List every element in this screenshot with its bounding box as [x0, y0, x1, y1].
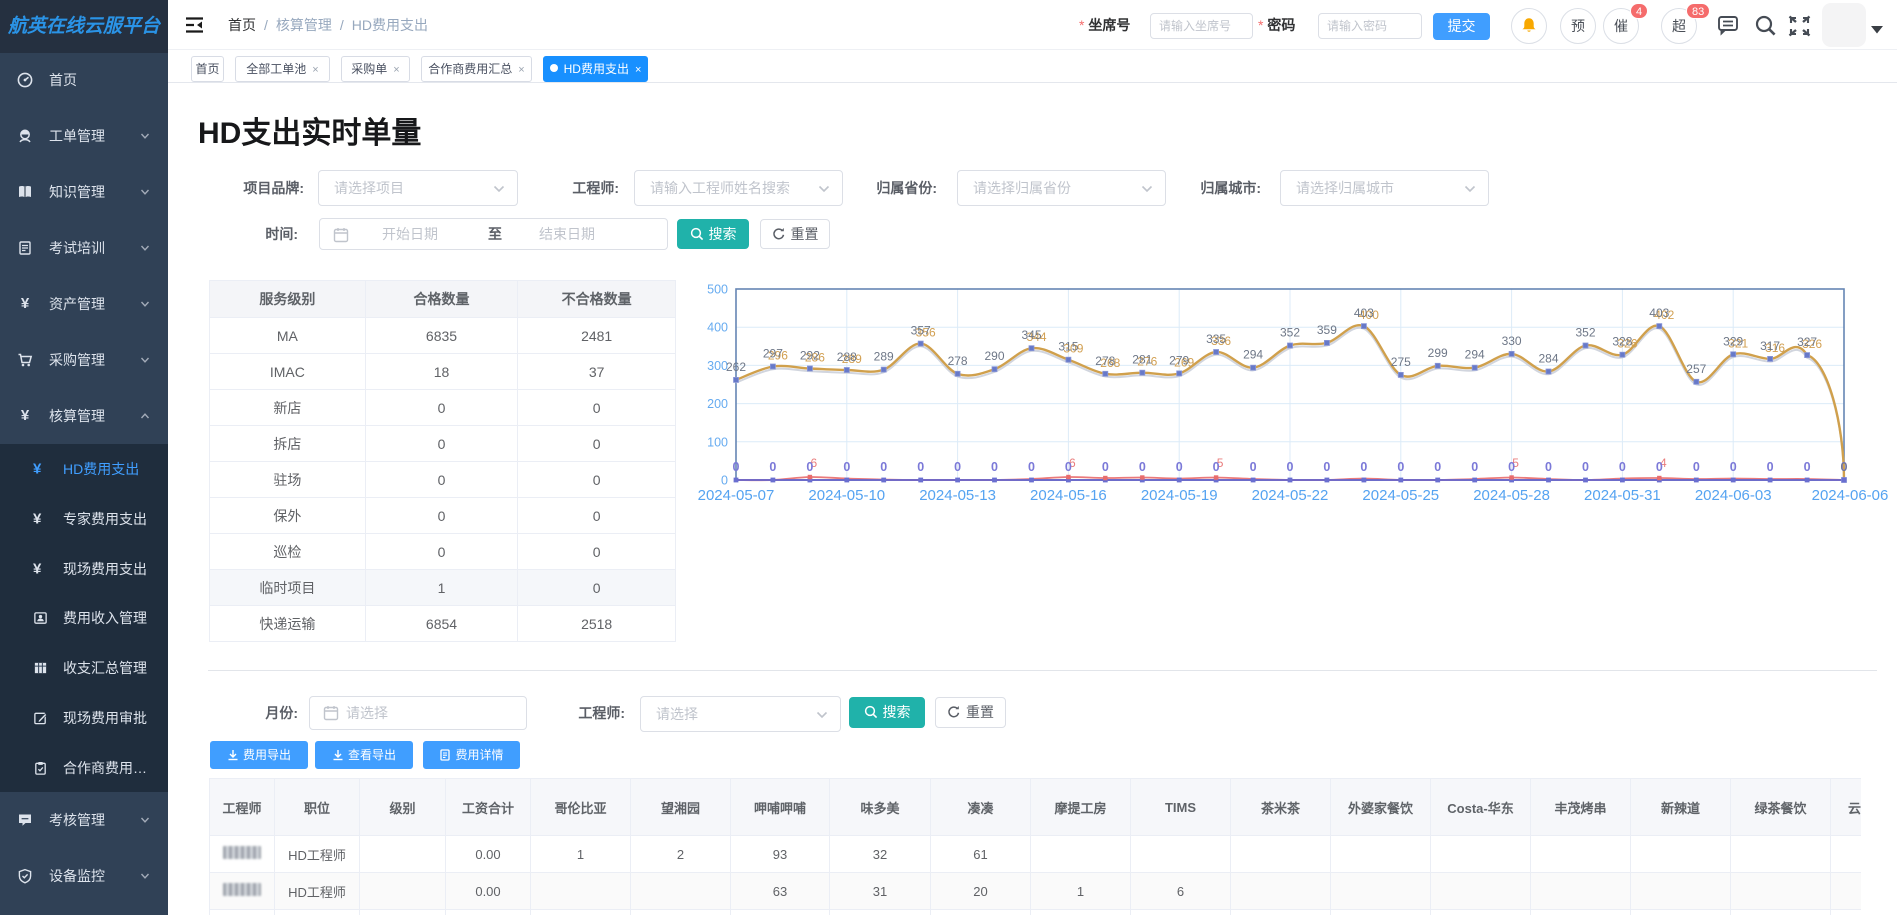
svg-text:2024-05-07: 2024-05-07: [698, 487, 775, 504]
svg-text:2024-05-28: 2024-05-28: [1473, 487, 1550, 504]
svg-text:329: 329: [1723, 334, 1743, 348]
svg-text:0: 0: [1471, 460, 1478, 474]
svg-text:0: 0: [1619, 460, 1626, 474]
svg-text:0: 0: [1693, 460, 1700, 474]
svg-text:0: 0: [991, 460, 998, 474]
svg-text:100: 100: [707, 435, 728, 449]
svg-text:294: 294: [1465, 348, 1485, 362]
svg-text:275: 275: [1391, 355, 1411, 369]
svg-text:330: 330: [1502, 334, 1522, 348]
svg-text:0: 0: [1730, 460, 1737, 474]
svg-text:257: 257: [1686, 362, 1706, 376]
svg-text:2024-05-31: 2024-05-31: [1584, 487, 1661, 504]
svg-text:292: 292: [800, 349, 820, 363]
svg-text:200: 200: [707, 397, 728, 411]
svg-text:288: 288: [837, 350, 857, 364]
svg-text:0: 0: [954, 460, 961, 474]
svg-text:2024-06-03: 2024-06-03: [1695, 487, 1772, 504]
svg-text:0: 0: [1360, 460, 1367, 474]
svg-text:2024-05-10: 2024-05-10: [808, 487, 885, 504]
svg-text:0: 0: [1434, 460, 1441, 474]
svg-text:0: 0: [1213, 460, 1220, 474]
svg-text:2024-06-06: 2024-06-06: [1812, 487, 1889, 504]
svg-text:0: 0: [1065, 460, 1072, 474]
svg-text:0: 0: [880, 460, 887, 474]
svg-text:0: 0: [1767, 460, 1774, 474]
svg-text:328: 328: [1612, 335, 1632, 349]
svg-text:0: 0: [733, 460, 740, 474]
svg-text:0: 0: [1176, 460, 1183, 474]
svg-text:0: 0: [769, 460, 776, 474]
svg-text:281: 281: [1132, 353, 1152, 367]
svg-text:403: 403: [1354, 306, 1374, 320]
svg-text:0: 0: [1102, 460, 1109, 474]
svg-text:345: 345: [1021, 328, 1041, 342]
svg-text:0: 0: [1397, 460, 1404, 474]
svg-text:279: 279: [1169, 353, 1189, 367]
svg-text:327: 327: [1797, 335, 1817, 349]
svg-text:0: 0: [843, 460, 850, 474]
svg-text:299: 299: [1428, 346, 1448, 360]
svg-text:262: 262: [726, 360, 746, 374]
svg-text:0: 0: [806, 460, 813, 474]
svg-text:2024-05-19: 2024-05-19: [1141, 487, 1218, 504]
svg-text:352: 352: [1575, 326, 1595, 340]
svg-text:0: 0: [1656, 460, 1663, 474]
svg-text:289: 289: [874, 350, 894, 364]
svg-text:0: 0: [1250, 460, 1257, 474]
svg-text:290: 290: [984, 349, 1004, 363]
svg-text:0: 0: [1804, 460, 1811, 474]
svg-text:403: 403: [1649, 306, 1669, 320]
svg-text:352: 352: [1280, 326, 1300, 340]
svg-text:315: 315: [1058, 340, 1078, 354]
svg-text:0: 0: [721, 474, 728, 488]
svg-text:2024-05-22: 2024-05-22: [1252, 487, 1329, 504]
svg-text:0: 0: [1841, 460, 1848, 474]
svg-text:2024-05-13: 2024-05-13: [919, 487, 996, 504]
svg-text:284: 284: [1538, 352, 1558, 366]
svg-text:2024-05-25: 2024-05-25: [1362, 487, 1439, 504]
svg-text:0: 0: [1508, 460, 1515, 474]
svg-text:294: 294: [1243, 348, 1263, 362]
svg-text:297: 297: [763, 347, 783, 361]
svg-text:2024-05-16: 2024-05-16: [1030, 487, 1107, 504]
svg-text:278: 278: [948, 354, 968, 368]
svg-text:0: 0: [1582, 460, 1589, 474]
svg-text:0: 0: [1287, 460, 1294, 474]
svg-text:300: 300: [707, 359, 728, 373]
svg-text:335: 335: [1206, 332, 1226, 346]
svg-text:359: 359: [1317, 323, 1337, 337]
svg-text:357: 357: [911, 324, 931, 338]
svg-text:0: 0: [1139, 460, 1146, 474]
svg-text:278: 278: [1095, 354, 1115, 368]
svg-text:0: 0: [1028, 460, 1035, 474]
svg-text:500: 500: [707, 283, 728, 297]
svg-text:400: 400: [707, 321, 728, 335]
svg-text:0: 0: [1323, 460, 1330, 474]
svg-text:0: 0: [917, 460, 924, 474]
svg-text:317: 317: [1760, 339, 1780, 353]
svg-text:0: 0: [1545, 460, 1552, 474]
